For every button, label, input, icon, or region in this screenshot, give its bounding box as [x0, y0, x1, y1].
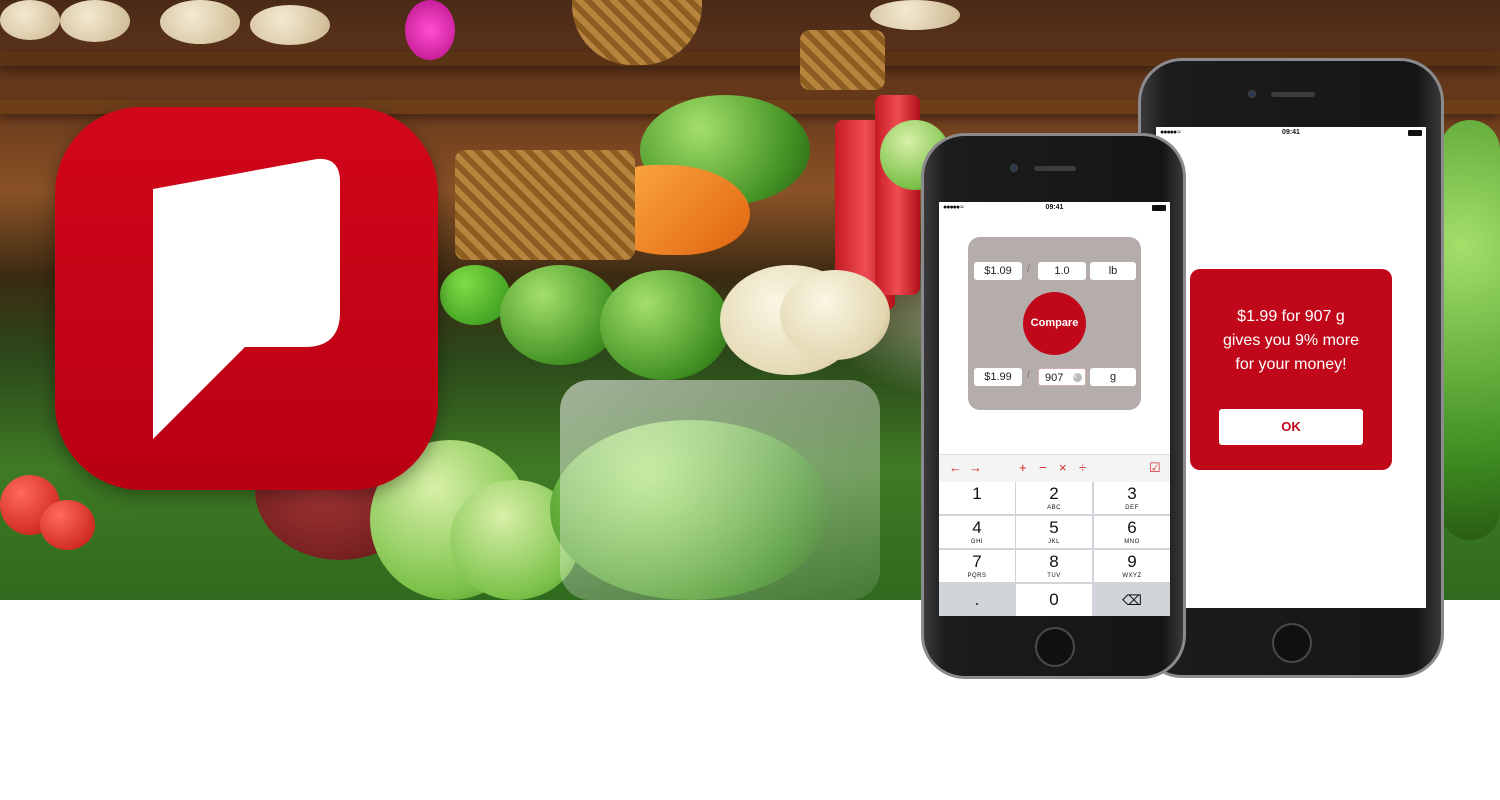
key-digit: 7	[972, 552, 982, 571]
key-8[interactable]: 8 TUV	[1016, 550, 1092, 582]
orchid-flowers	[405, 0, 455, 60]
battery-icon	[1152, 205, 1166, 211]
hanging-basket	[800, 30, 885, 90]
compare-button[interactable]: Compare	[1023, 292, 1086, 355]
key-letters: MNO	[1124, 539, 1140, 545]
speech-bubble-logo-icon	[153, 158, 340, 439]
key-decimal[interactable]: .	[939, 584, 1015, 616]
key-digit: 2	[1049, 484, 1059, 503]
plastic-wrap	[560, 380, 880, 600]
front-camera	[1248, 90, 1256, 98]
app-icon	[55, 107, 438, 490]
garlic	[160, 0, 240, 44]
per-separator: /	[1027, 264, 1030, 275]
basket	[455, 150, 635, 260]
home-button[interactable]	[1035, 627, 1075, 667]
key-letters: WXYZ	[1122, 573, 1142, 579]
key-digit: 9	[1127, 552, 1137, 571]
clear-icon[interactable]: ×	[1073, 373, 1082, 382]
divide-icon[interactable]: ÷	[1079, 460, 1086, 475]
tomatoes	[40, 500, 95, 550]
price-input-1[interactable]: $1.09	[974, 262, 1022, 280]
key-digit: .	[974, 590, 980, 609]
phone-front: ●●●●● ≈ 09:41 $1.09 / 1.0 lb Compare $1.…	[921, 133, 1186, 679]
garlic	[250, 5, 330, 45]
garlic	[870, 0, 960, 30]
key-digit: 5	[1049, 518, 1059, 537]
key-3[interactable]: 3 DEF	[1094, 482, 1170, 514]
key-digit: 0	[1049, 590, 1059, 609]
keyboard-toolbar: ← → + − × ÷ ☑	[939, 454, 1170, 482]
home-button[interactable]	[1272, 623, 1312, 663]
status-time: 09:41	[1045, 204, 1064, 211]
key-digit: 6	[1127, 518, 1137, 537]
key-7[interactable]: 7 PQRS	[939, 550, 1015, 582]
unit-select-2[interactable]: g	[1090, 368, 1136, 386]
key-digit: 3	[1127, 484, 1137, 503]
screen: ●●●●● ≈ 09:41 $1.09 / 1.0 lb Compare $1.…	[939, 202, 1170, 616]
key-5[interactable]: 5 JKL	[1016, 516, 1092, 548]
result-alert: $1.99 for 907 g gives you 9% more for yo…	[1190, 269, 1392, 470]
key-9[interactable]: 9 WXYZ	[1094, 550, 1170, 582]
broccoli	[600, 270, 730, 380]
key-6[interactable]: 6 MNO	[1094, 516, 1170, 548]
garlic	[0, 0, 60, 40]
key-1[interactable]: 1	[939, 482, 1015, 514]
key-letters: DEF	[1125, 505, 1139, 511]
previous-field-icon[interactable]: ←	[949, 460, 962, 475]
ok-button[interactable]: OK	[1219, 409, 1363, 445]
earpiece-speaker	[1271, 92, 1315, 97]
price-input-2[interactable]: $1.99	[974, 368, 1022, 386]
key-0[interactable]: 0	[1016, 584, 1092, 616]
result-line: gives you 9% more	[1222, 332, 1360, 349]
battery-icon	[1408, 130, 1422, 136]
key-letters: ABC	[1047, 505, 1061, 511]
minus-icon[interactable]: −	[1039, 460, 1047, 475]
garlic	[60, 0, 130, 42]
plus-icon[interactable]: +	[1019, 460, 1027, 475]
multiply-icon[interactable]: ×	[1059, 460, 1067, 475]
plant	[1440, 120, 1500, 540]
quantity-input-2[interactable]: 907 ×	[1038, 368, 1086, 386]
key-letters: GHI	[970, 539, 984, 545]
unit-select-1[interactable]: lb	[1090, 262, 1136, 280]
result-message: $1.99 for 907 g gives you 9% more for yo…	[1200, 305, 1382, 377]
backspace-icon: ⌫	[1122, 592, 1142, 608]
per-separator: /	[1027, 370, 1030, 381]
status-bar: ●●●●● ≈ 09:41	[1156, 127, 1426, 139]
done-check-icon[interactable]: ☑	[1149, 460, 1161, 476]
result-line: $1.99 for 907 g	[1237, 308, 1345, 325]
key-backspace[interactable]: ⌫	[1094, 584, 1170, 616]
key-4[interactable]: 4 GHI	[939, 516, 1015, 548]
key-letters: PQRS	[967, 573, 987, 579]
front-camera	[1010, 164, 1018, 172]
result-line: for your money!	[1235, 356, 1347, 373]
screen: ●●●●● ≈ 09:41 $1.99 for 907 g gives you …	[1156, 127, 1426, 608]
key-digit: 8	[1049, 552, 1059, 571]
comparison-card: $1.09 / 1.0 lb Compare $1.99 / 907 × g	[968, 237, 1141, 410]
key-digit: 4	[972, 518, 982, 537]
key-letters: TUV	[1047, 573, 1061, 579]
cauliflower	[780, 270, 890, 360]
status-bar: ●●●●● ≈ 09:41	[939, 202, 1170, 214]
next-field-icon[interactable]: →	[969, 460, 982, 475]
key-2[interactable]: 2 ABC	[1016, 482, 1092, 514]
numeric-keypad: 1 2 ABC 3 DEF 4 GHI 5 JKL 6 MNO 7 PQRS 8 TUV 9 W…	[939, 482, 1170, 616]
key-digit: 1	[972, 484, 982, 503]
earpiece-speaker	[1034, 166, 1076, 171]
status-time: 09:41	[1282, 129, 1300, 136]
quantity-input-2-value: 907	[1045, 372, 1064, 384]
quantity-input-1[interactable]: 1.0	[1038, 262, 1086, 280]
key-letters: JKL	[1048, 539, 1060, 545]
